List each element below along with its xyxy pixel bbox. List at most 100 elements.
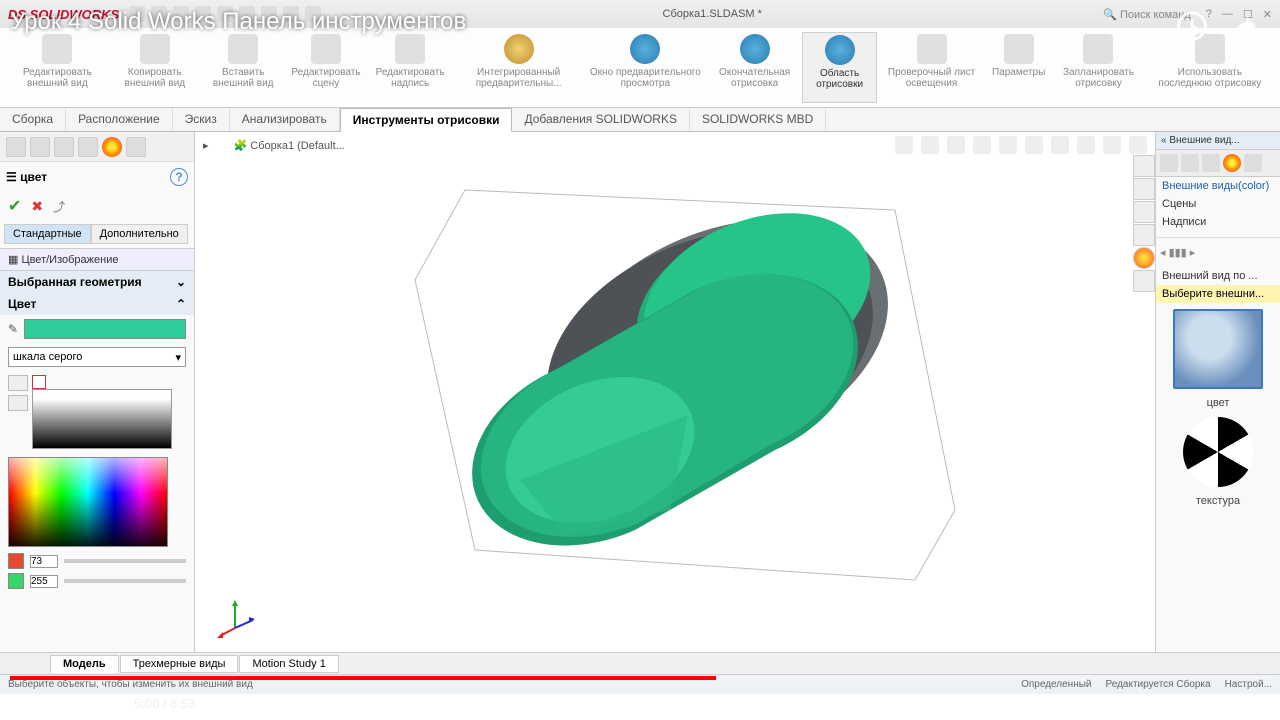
- volume-icon[interactable]: [94, 692, 116, 714]
- slider-row-2: [0, 571, 194, 591]
- tab-mbd[interactable]: SOLIDWORKS MBD: [690, 108, 826, 131]
- ribbon-lighting-proof[interactable]: Проверочный лист освещения: [877, 32, 986, 103]
- eyedropper-icon[interactable]: ✎: [8, 322, 18, 336]
- tab-render-tools[interactable]: Инструменты отрисовки: [340, 108, 513, 132]
- video-time: 5:00 / 8:53: [134, 696, 195, 711]
- command-tabs: Сборка Расположение Эскиз Анализировать …: [0, 108, 1280, 132]
- play-icon[interactable]: [14, 692, 36, 714]
- taskpane-home-icon[interactable]: [1133, 155, 1155, 177]
- next-icon[interactable]: [54, 692, 76, 714]
- ribbon-edit-appearance[interactable]: Редактировать внешний вид: [6, 32, 109, 103]
- fm-tab-icon[interactable]: [54, 137, 74, 157]
- document-title: Сборка1.SLDASM *: [663, 8, 762, 20]
- ribbon-preview-window[interactable]: Окно предварительного просмотра: [583, 32, 707, 103]
- video-top-right: [1176, 10, 1260, 42]
- view-triad[interactable]: [215, 598, 255, 638]
- tab-motion-study[interactable]: Motion Study 1: [239, 655, 338, 673]
- remove-swatch-icon[interactable]: [8, 395, 28, 411]
- tab-layout[interactable]: Расположение: [66, 108, 173, 131]
- video-controls: 5:00 / 8:53: [14, 692, 1266, 714]
- apply-scene-icon[interactable]: [1103, 136, 1121, 154]
- tab-3d-views[interactable]: Трехмерные виды: [120, 655, 239, 673]
- pushpin-icon[interactable]: ⤴: [53, 198, 65, 215]
- thumb-label-texture: текстура: [1156, 493, 1280, 509]
- thumb-label-color: цвет: [1156, 395, 1280, 411]
- ribbon-edit-scene[interactable]: Редактировать сцену: [285, 32, 366, 103]
- close-icon[interactable]: ✕: [1263, 8, 1272, 21]
- tree-appearances[interactable]: Внешние виды(color): [1156, 177, 1280, 195]
- tab-sketch[interactable]: Эскиз: [173, 108, 230, 131]
- task-pane-tabs[interactable]: [1133, 155, 1155, 293]
- feature-manager-tabs[interactable]: [0, 132, 194, 162]
- assembly-name[interactable]: 🧩 Сборка1 (Default...: [234, 139, 345, 152]
- taskpane-view-icon[interactable]: [1133, 224, 1155, 246]
- slider-track-2[interactable]: [64, 579, 186, 583]
- help-icon[interactable]: ?: [170, 168, 188, 186]
- slider-input-2[interactable]: [30, 575, 58, 588]
- fm-tab-icon[interactable]: [6, 137, 26, 157]
- pm-color-header[interactable]: Цвет⌃: [0, 293, 194, 315]
- ribbon-integrated-preview[interactable]: Интегрированный предварительны...: [454, 32, 584, 103]
- scene-icon[interactable]: [1077, 136, 1095, 154]
- ribbon-edit-decal[interactable]: Редактировать надпись: [366, 32, 453, 103]
- tree-scenes[interactable]: Сцены: [1156, 195, 1280, 213]
- ok-icon[interactable]: ✔: [8, 196, 21, 216]
- view-orient-icon[interactable]: [999, 136, 1017, 154]
- pm-colorscale-dropdown[interactable]: шкала серого▾: [8, 347, 186, 367]
- slider-row-1: [0, 551, 194, 571]
- taskpane-appearance-icon[interactable]: [1133, 247, 1155, 269]
- appearance-thumb-color[interactable]: [1173, 309, 1263, 389]
- display-style-icon[interactable]: [1025, 136, 1043, 154]
- flyout-arrow-icon[interactable]: ▸: [203, 139, 209, 152]
- pm-selected-geometry-header[interactable]: Выбранная геометрия⌄: [0, 271, 194, 293]
- tree-decals[interactable]: Надписи: [1156, 213, 1280, 231]
- grayscale-ramp[interactable]: [32, 389, 172, 449]
- hue-saturation-picker[interactable]: [8, 457, 168, 547]
- color-swatch[interactable]: [24, 319, 186, 339]
- fullscreen-icon[interactable]: [1244, 692, 1266, 714]
- add-swatch-icon[interactable]: [8, 375, 28, 391]
- video-player-bar: 5:00 / 8:53: [0, 674, 1280, 720]
- taskpane-resources-icon[interactable]: [1133, 178, 1155, 200]
- ribbon-copy-appearance[interactable]: Копировать внешний вид: [109, 32, 201, 103]
- fm-tab-icon[interactable]: [126, 137, 146, 157]
- ribbon-paste-appearance[interactable]: Вставить внешний вид: [201, 32, 285, 103]
- pm-current-color: ✎: [0, 315, 194, 343]
- hide-show-icon[interactable]: [1051, 136, 1069, 154]
- tab-model[interactable]: Модель: [50, 655, 119, 673]
- pm-tab-standard[interactable]: Стандартные: [4, 224, 91, 244]
- cancel-icon[interactable]: ✖: [31, 198, 43, 215]
- ribbon-schedule-render[interactable]: Запланировать отрисовку: [1051, 32, 1145, 103]
- motion-tabs: Модель Трехмерные виды Motion Study 1: [0, 652, 1280, 674]
- tab-assembly[interactable]: Сборка: [0, 108, 66, 131]
- taskpane-custom-icon[interactable]: [1133, 270, 1155, 292]
- share-icon[interactable]: [1228, 10, 1260, 42]
- slider-track-1[interactable]: [64, 559, 186, 563]
- slider-color-2: [8, 573, 24, 589]
- pm-confirm-row: ✔ ✖ ⤴: [0, 192, 194, 220]
- fm-tab-icon[interactable]: [78, 137, 98, 157]
- watch-later-icon[interactable]: [1176, 10, 1208, 42]
- pm-section-color-image[interactable]: ▦ Цвет/Изображение: [0, 248, 194, 271]
- slider-input-1[interactable]: [30, 555, 58, 568]
- pm-mode-tabs: Стандартные Дополнительно: [4, 224, 190, 244]
- swatch-outline[interactable]: [32, 375, 46, 389]
- video-title-overlay: Урок 4 Solid Works Панель инструментов: [10, 8, 466, 36]
- view-settings-icon[interactable]: [1129, 136, 1147, 154]
- taskpane-toolbar[interactable]: [1156, 150, 1280, 177]
- appearance-thumb-texture[interactable]: [1183, 417, 1253, 487]
- graphics-viewport[interactable]: ▸ 🧩 Сборка1 (Default...: [195, 132, 1155, 652]
- ribbon-render-region[interactable]: Область отрисовки: [802, 32, 877, 103]
- tab-addins[interactable]: Добавления SOLIDWORKS: [512, 108, 690, 131]
- settings-icon[interactable]: [1204, 692, 1226, 714]
- fm-appearance-icon[interactable]: [102, 137, 122, 157]
- taskpane-design-icon[interactable]: [1133, 201, 1155, 223]
- video-progress[interactable]: [10, 676, 1270, 680]
- fm-tab-icon[interactable]: [30, 137, 50, 157]
- tab-evaluate[interactable]: Анализировать: [230, 108, 340, 131]
- ribbon-options[interactable]: Параметры: [986, 32, 1051, 103]
- ribbon-final-render[interactable]: Окончательная отрисовка: [707, 32, 802, 103]
- ribbon: Редактировать внешний вид Копировать вне…: [0, 28, 1280, 108]
- pm-tab-advanced[interactable]: Дополнительно: [91, 224, 188, 244]
- ribbon-recall-render[interactable]: Использовать последнюю отрисовку: [1146, 32, 1274, 103]
